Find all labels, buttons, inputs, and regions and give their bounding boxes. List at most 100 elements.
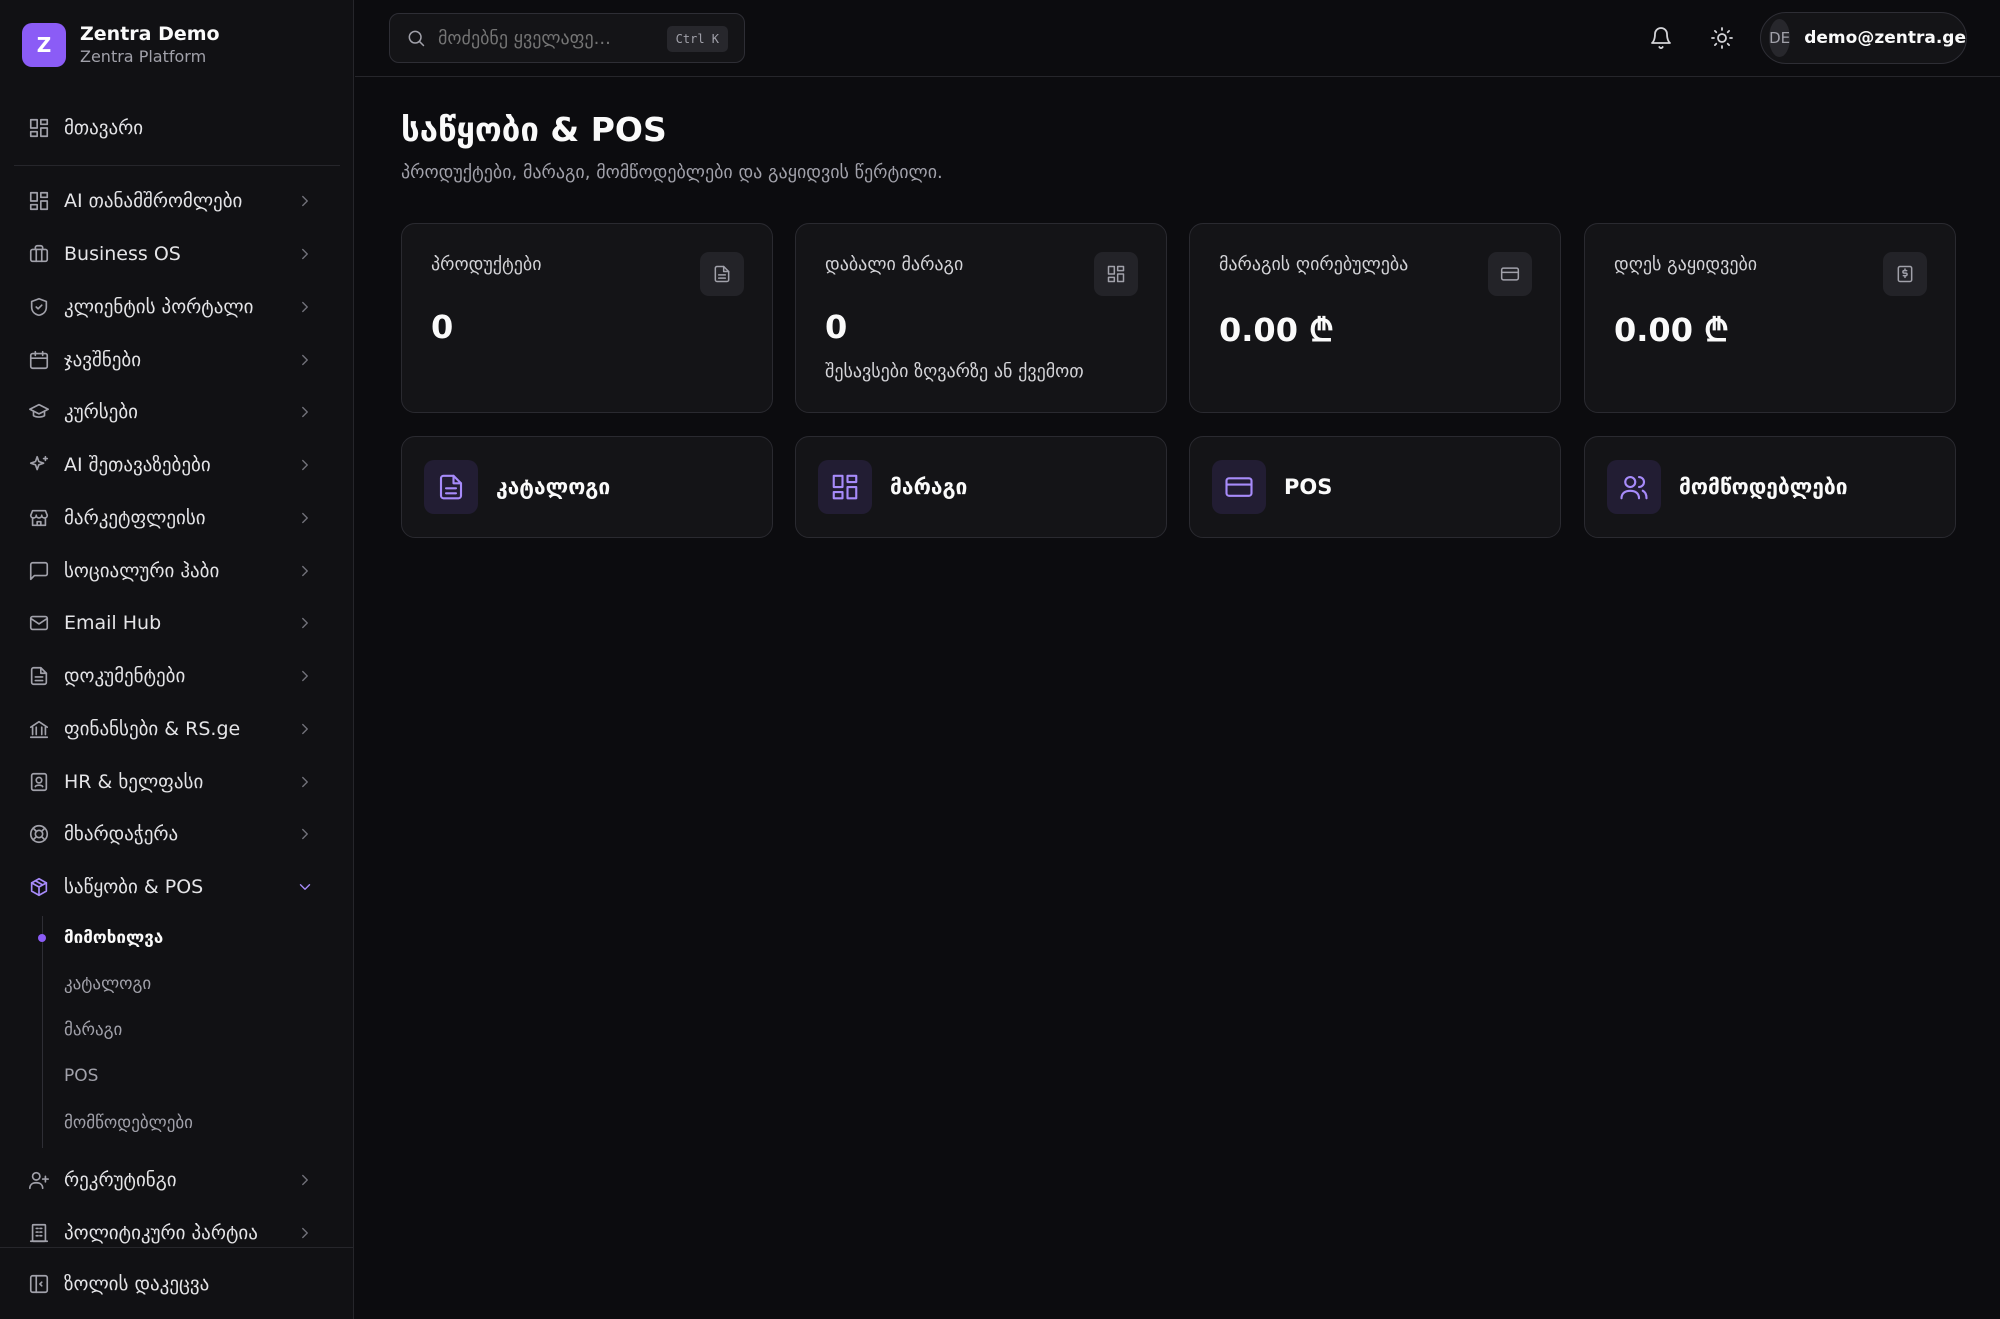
stat-label: დაბალი მარაგი <box>825 254 964 275</box>
grid-icon <box>818 460 872 514</box>
quick-link-label: მომწოდებლები <box>1679 475 1848 499</box>
page-subtitle: პროდუქტები, მარაგი, მომწოდებლები და გაყი… <box>401 162 943 183</box>
sidebar-item-label: Email Hub <box>64 612 162 634</box>
sidebar-divider <box>14 165 340 166</box>
sidebar-item-finance[interactable]: ფინანსები & RS.ge <box>14 707 334 751</box>
chevron-right-icon <box>296 245 314 263</box>
sun-icon <box>1710 26 1734 50</box>
sidebar-item-ai-offers[interactable]: AI შეთავაზებები <box>14 443 334 487</box>
id-badge-icon <box>28 771 64 793</box>
sidebar-item-label: მთავარი <box>64 117 144 139</box>
brand-logo: Z <box>22 23 66 67</box>
stat-note: შესავსები ზღვარზე ან ქვემოთ <box>825 361 1084 382</box>
sparkles-icon <box>28 454 64 476</box>
stat-card-stock-value: მარაგის ღირებულება 0.00 ₾ <box>1189 223 1561 413</box>
chevron-right-icon <box>296 562 314 580</box>
sidebar-item-bookings[interactable]: ჯავშნები <box>14 338 334 382</box>
sidebar-subitem-overview[interactable]: მიმოხილვა <box>64 923 163 953</box>
chevron-right-icon <box>296 298 314 316</box>
bell-icon <box>1649 26 1673 50</box>
sidebar-subitem-inventory[interactable]: მარაგი <box>64 1015 122 1045</box>
brand-subtitle: Zentra Platform <box>80 47 207 66</box>
store-icon <box>28 507 64 529</box>
quick-link-label: მარაგი <box>890 475 968 499</box>
chevron-right-icon <box>296 403 314 421</box>
chevron-down-icon <box>296 878 314 896</box>
stat-card-today-sales: დღეს გაყიდვები 0.00 ₾ <box>1584 223 1956 413</box>
file-text-icon <box>424 460 478 514</box>
sidebar-item-courses[interactable]: კურსები <box>14 390 334 434</box>
chevron-right-icon <box>296 1224 314 1242</box>
page-title: საწყობი & POS <box>401 110 667 149</box>
sidebar-subitem-suppliers[interactable]: მომწოდებლები <box>64 1108 193 1138</box>
sidebar-item-home[interactable]: მთავარი <box>14 106 334 150</box>
file-text-icon <box>28 665 64 687</box>
sidebar-item-label: AI შეთავაზებები <box>64 454 211 476</box>
sidebar-item-client-portal[interactable]: კლიენტის პორტალი <box>14 285 334 329</box>
sidebar-item-warehouse-pos[interactable]: საწყობი & POS <box>14 865 334 909</box>
building-icon <box>28 1222 64 1244</box>
sidebar-item-label: HR & ხელფასი <box>64 771 204 793</box>
chevron-right-icon <box>296 456 314 474</box>
sidebar-item-label: პოლიტიკური პარტია <box>64 1222 258 1244</box>
bank-icon <box>28 718 64 740</box>
quick-link-suppliers[interactable]: მომწოდებლები <box>1584 436 1956 538</box>
quick-link-label: POS <box>1284 475 1333 499</box>
sidebar-item-ai-employees[interactable]: AI თანამშრომლები <box>14 179 334 223</box>
sidebar-subitem-pos[interactable]: POS <box>64 1061 98 1091</box>
search-box[interactable]: Ctrl K <box>389 13 745 63</box>
stat-value: 0 <box>431 308 454 346</box>
chevron-right-icon <box>296 1171 314 1189</box>
sidebar: Z Zentra Demo Zentra Platform მთავარი AI… <box>0 0 354 1319</box>
sidebar-item-hr-salary[interactable]: HR & ხელფასი <box>14 760 334 804</box>
user-plus-icon <box>28 1169 64 1191</box>
submenu-guide-line <box>42 916 43 1148</box>
chevron-right-icon <box>296 509 314 527</box>
credit-card-icon <box>1212 460 1266 514</box>
sidebar-item-business-os[interactable]: Business OS <box>14 232 334 276</box>
collapse-sidebar-button[interactable]: ზოლის დაკეცვა <box>14 1262 334 1306</box>
stat-card-products: პროდუქტები 0 <box>401 223 773 413</box>
sidebar-item-label: კურსები <box>64 401 138 423</box>
calendar-icon <box>28 349 64 371</box>
quick-link-label: კატალოგი <box>496 475 611 499</box>
search-icon <box>406 28 426 48</box>
lifebuoy-icon <box>28 823 64 845</box>
sidebar-item-support[interactable]: მხარდაჭერა <box>14 812 334 856</box>
chevron-right-icon <box>296 192 314 210</box>
file-text-icon <box>700 252 744 296</box>
stat-card-low-stock: დაბალი მარაგი 0 შესავსები ზღვარზე ან ქვე… <box>795 223 1167 413</box>
sidebar-item-label: დოკუმენტები <box>64 665 186 687</box>
sidebar-subitem-catalog[interactable]: კატალოგი <box>64 969 151 999</box>
stat-label: მარაგის ღირებულება <box>1219 254 1409 275</box>
sidebar-item-label: ჯავშნები <box>64 349 142 371</box>
theme-toggle-button[interactable] <box>1710 26 1734 50</box>
sidebar-item-documents[interactable]: დოკუმენტები <box>14 654 334 698</box>
quick-link-pos[interactable]: POS <box>1189 436 1561 538</box>
sidebar-item-political-party[interactable]: პოლიტიკური პარტია <box>14 1211 334 1255</box>
user-email: demo@zentra.ge <box>1804 28 1966 48</box>
graduation-cap-icon <box>28 401 64 423</box>
chevron-right-icon <box>296 351 314 369</box>
chevron-right-icon <box>296 825 314 843</box>
dashboard-icon <box>28 117 64 139</box>
quick-link-inventory[interactable]: მარაგი <box>795 436 1167 538</box>
active-indicator-dot <box>38 934 46 942</box>
sidebar-item-marketplace[interactable]: მარკეტფლეისი <box>14 496 334 540</box>
chevron-right-icon <box>296 614 314 632</box>
shield-check-icon <box>28 296 64 318</box>
users-icon <box>1607 460 1661 514</box>
user-menu-button[interactable]: DE demo@zentra.ge <box>1760 12 1967 64</box>
topbar: Ctrl K DE demo@zentra.ge <box>355 0 2000 77</box>
search-input[interactable] <box>438 27 654 49</box>
stat-value: 0 <box>825 308 848 346</box>
notifications-button[interactable] <box>1649 26 1673 50</box>
sidebar-item-recruiting[interactable]: რეკრუტინგი <box>14 1158 334 1202</box>
sidebar-item-label: კლიენტის პორტალი <box>64 296 254 318</box>
quick-link-catalog[interactable]: კატალოგი <box>401 436 773 538</box>
sidebar-item-email-hub[interactable]: Email Hub <box>14 601 334 645</box>
sidebar-item-label: საწყობი & POS <box>64 876 204 898</box>
brand[interactable]: Z Zentra Demo Zentra Platform <box>22 22 220 68</box>
sidebar-item-social-hub[interactable]: სოციალური ჰაბი <box>14 549 334 593</box>
sidebar-footer-divider <box>0 1247 354 1248</box>
